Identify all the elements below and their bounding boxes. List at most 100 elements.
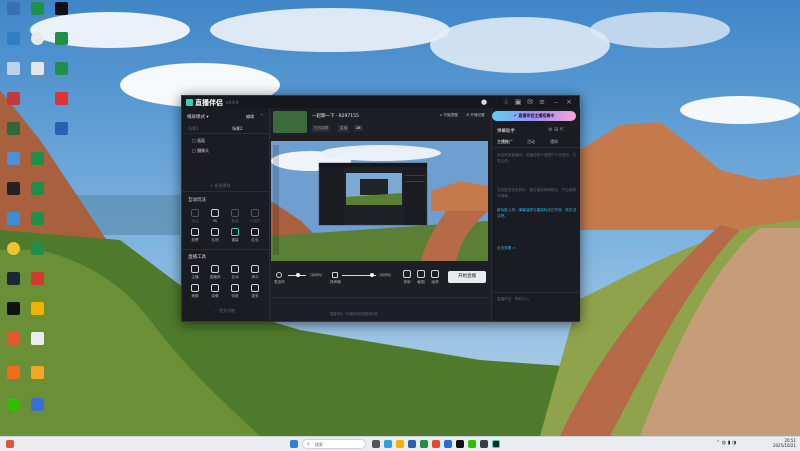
gift-icon[interactable]: ▣ xyxy=(514,98,522,106)
word-icon[interactable] xyxy=(50,122,72,144)
source-item[interactable]: ▢ 画面 xyxy=(192,138,205,144)
desktop-icon[interactable] xyxy=(2,212,24,234)
excel-icon[interactable] xyxy=(26,242,48,264)
add-material-button[interactable]: + 新建素材 xyxy=(210,183,231,189)
vote-tool[interactable]: 投票 xyxy=(186,228,204,243)
shirt-icon[interactable]: ♧ xyxy=(502,98,510,106)
quality-button[interactable]: 画质 xyxy=(426,270,444,285)
scene-tab-2[interactable]: 场景2 xyxy=(232,126,243,132)
gift-tool[interactable]: 礼物 xyxy=(206,228,224,243)
pdf-icon[interactable] xyxy=(50,92,72,114)
avatar-icon[interactable]: ● xyxy=(480,98,488,106)
system-tray-icons[interactable]: ⌃ ◍ ▮ ◑ xyxy=(716,440,736,446)
windows-start-icon[interactable] xyxy=(290,440,298,448)
menu-icon[interactable]: ≡ xyxy=(538,98,546,106)
more-functions-link[interactable]: ··· 更多功能 xyxy=(214,308,235,314)
weather-widget-icon[interactable] xyxy=(6,440,14,448)
stream-tag[interactable]: 在线观看 xyxy=(312,125,331,132)
excel-icon[interactable] xyxy=(50,32,72,54)
live-companion-taskbar-icon[interactable] xyxy=(492,440,500,448)
task-view-icon[interactable] xyxy=(372,440,380,448)
taskbar-app-icon[interactable] xyxy=(444,440,452,448)
wechat-icon[interactable] xyxy=(2,398,24,420)
lucky-bag-tool[interactable]: 福袋 xyxy=(226,228,244,243)
live-preview[interactable] xyxy=(271,141,488,261)
interact-tool[interactable]: 互动 xyxy=(226,265,244,280)
lottery-tool[interactable]: 抽奖 xyxy=(226,209,244,224)
speaker-volume-value[interactable]: 100% xyxy=(378,273,393,277)
notice-link[interactable]: 点击查看 > xyxy=(497,246,577,252)
desktop-icon[interactable] xyxy=(26,366,48,388)
scene-tab-1[interactable]: 场景1 xyxy=(188,126,199,132)
excel-icon[interactable] xyxy=(50,62,72,84)
live-settings-button[interactable]: ⚙ 开播设置 xyxy=(466,113,485,118)
taskbar-app-icon[interactable] xyxy=(420,440,428,448)
mic-slider-knob[interactable] xyxy=(296,273,300,277)
more-tool[interactable]: 更多 xyxy=(246,284,264,299)
tab-promotion[interactable]: 主播推广 xyxy=(497,139,513,145)
taskbar-search-input[interactable]: ⌕ 搜索 xyxy=(302,439,366,449)
beauty-tool[interactable]: 美颜 xyxy=(186,284,204,299)
desktop-icon[interactable] xyxy=(2,152,24,174)
desktop-icon[interactable] xyxy=(2,302,24,324)
connect-tool[interactable]: 连线 xyxy=(186,209,204,224)
audience-tool[interactable]: 观众 xyxy=(246,265,264,280)
desktop-icon[interactable] xyxy=(26,2,48,24)
live-reminder-button[interactable]: ⌂ 开播提醒 xyxy=(440,113,458,118)
desktop-icon[interactable] xyxy=(2,122,24,144)
desktop-icon[interactable] xyxy=(2,182,24,204)
taskbar-app-icon[interactable] xyxy=(408,440,416,448)
panel-settings-icon[interactable]: ⚙ ⊞ ⇱ xyxy=(548,127,564,133)
minimize-button[interactable]: – xyxy=(552,98,560,106)
desktop-icon[interactable] xyxy=(26,62,48,84)
desktop-icon[interactable] xyxy=(2,332,24,354)
anchor-tool[interactable]: 主播 xyxy=(186,265,204,280)
wechat-icon[interactable] xyxy=(468,440,476,448)
qq-icon[interactable] xyxy=(26,32,48,54)
tiktok-icon[interactable] xyxy=(456,440,464,448)
red-packet-tool[interactable]: 红包 xyxy=(246,228,264,243)
live-room-tool[interactable]: 直播间 xyxy=(206,265,224,280)
microphone-icon[interactable] xyxy=(276,272,282,278)
desktop-icon[interactable] xyxy=(26,302,48,324)
file-explorer-icon[interactable] xyxy=(396,440,404,448)
desktop-icon[interactable] xyxy=(26,272,48,294)
desktop-icon[interactable] xyxy=(2,242,24,264)
start-live-button[interactable]: 开始直播 xyxy=(448,271,486,283)
speaker-slider-knob[interactable] xyxy=(370,273,374,277)
stream-title[interactable]: 一起聊一下 · 8297155 xyxy=(312,113,359,119)
recruit-banner[interactable]: ✔ 直播伴侣主播招募中 xyxy=(492,111,576,121)
edge-icon[interactable] xyxy=(384,440,392,448)
screen-mode-dropdown[interactable]: 横屏模式 ▾ xyxy=(187,114,209,120)
desktop-icon[interactable] xyxy=(2,32,24,54)
add-scene-button[interactable]: + xyxy=(260,113,264,118)
tab-activity[interactable]: 活动 xyxy=(527,139,535,145)
effects-tool[interactable]: 特效 xyxy=(226,284,244,299)
wps-icon[interactable] xyxy=(432,440,440,448)
excel-icon[interactable] xyxy=(26,212,48,234)
pk-tool[interactable]: PK xyxy=(206,209,224,223)
desktop-icon[interactable] xyxy=(2,272,24,294)
recycle-bin-icon[interactable] xyxy=(2,62,24,84)
stream-cover[interactable] xyxy=(273,111,307,133)
widget-tool[interactable]: 小组件 xyxy=(246,209,264,224)
excel-icon[interactable] xyxy=(26,152,48,174)
source-item[interactable]: ▢ 摄像头 xyxy=(192,148,209,154)
desktop-icon[interactable] xyxy=(2,92,24,114)
desktop-icon[interactable] xyxy=(26,332,48,354)
tiktok-icon[interactable] xyxy=(50,2,72,24)
feedback-icon[interactable]: ✉ xyxy=(526,98,534,106)
clock[interactable]: 20:51 2025/10/21 xyxy=(770,438,796,448)
desktop-icon[interactable] xyxy=(2,2,24,24)
tab-notice[interactable]: 通知 xyxy=(550,139,558,145)
record-tool[interactable]: 录像 xyxy=(206,284,224,299)
taskbar-app-icon[interactable] xyxy=(480,440,488,448)
stream-tag[interactable]: 直播 xyxy=(338,125,350,132)
desktop-icon[interactable] xyxy=(26,398,48,420)
desktop-icon[interactable] xyxy=(2,366,24,388)
speaker-icon[interactable] xyxy=(332,272,338,278)
close-button[interactable]: × xyxy=(565,98,573,106)
edit-button[interactable]: 编辑 xyxy=(246,114,254,120)
excel-icon[interactable] xyxy=(26,182,48,204)
mic-volume-value[interactable]: 100% xyxy=(309,273,324,277)
